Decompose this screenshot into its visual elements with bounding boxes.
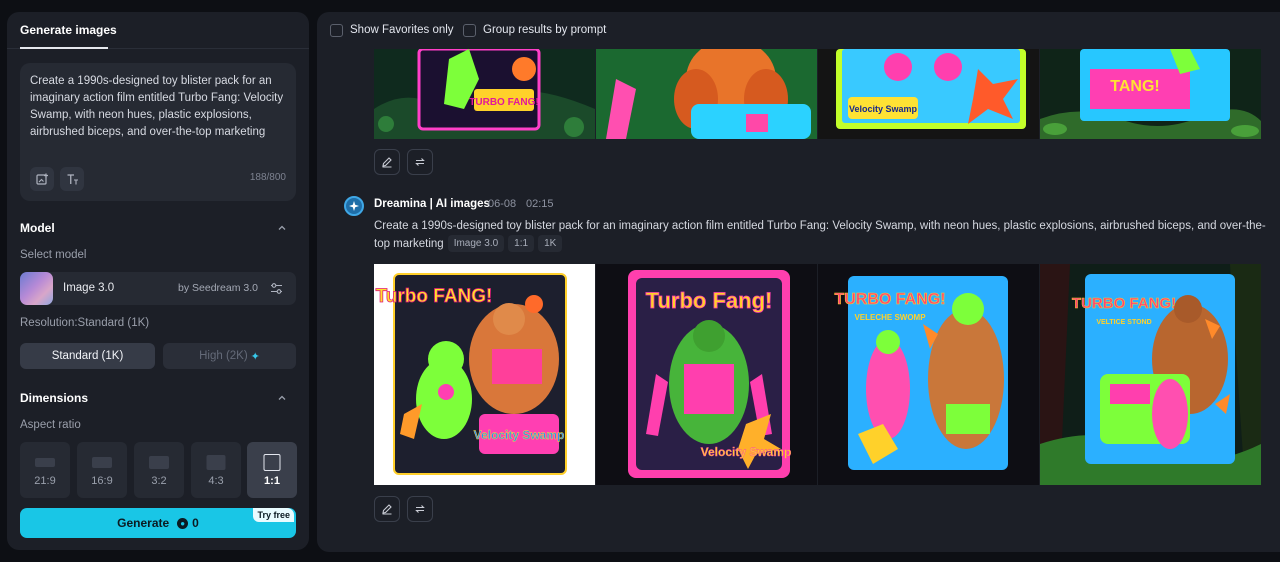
result-image-2[interactable]: Turbo Fang! Velocity Swamp xyxy=(596,264,817,485)
group-by-prompt-checkbox[interactable] xyxy=(463,24,476,37)
model-section-title: Model xyxy=(20,221,55,235)
ratio-21-9-label: 21:9 xyxy=(34,475,56,487)
chevron-up-icon[interactable] xyxy=(277,223,287,233)
tab-active-indicator xyxy=(20,47,108,49)
result-image-1-subtitle: Velocity Swamp xyxy=(474,428,565,442)
result-image-1[interactable]: Turbo FANG! Velocity Swamp xyxy=(374,264,595,485)
filter-bar: Show Favorites only Group results by pro… xyxy=(317,12,1280,49)
result-image-3-subtitle: VELECHE SWOMP xyxy=(854,313,926,322)
sidebar-tabs: Generate images xyxy=(7,12,309,49)
dimensions-section-title: Dimensions xyxy=(20,391,89,405)
previous-image-3[interactable]: Velocity Swamp xyxy=(818,49,1039,139)
model-name: Image 3.0 xyxy=(63,282,115,294)
ratio-1-1-label: 1:1 xyxy=(264,475,280,487)
try-free-badge: Try free xyxy=(253,508,294,522)
result-image-3[interactable]: TURBO FANG! VELECHE SWOMP xyxy=(818,264,1039,485)
ratio-16-9-button[interactable]: 16:9 xyxy=(77,442,127,498)
previous-image-4[interactable]: TANG! xyxy=(1040,49,1261,139)
regenerate-icon xyxy=(415,158,425,166)
result-time: 02:15 xyxy=(526,198,554,210)
previous-image-2[interactable] xyxy=(596,49,817,139)
star-logo-icon xyxy=(349,201,359,211)
results-panel: Show Favorites only Group results by pro… xyxy=(317,12,1280,552)
ratio-1-1-shape xyxy=(263,454,281,471)
prompt-box[interactable]: Create a 1990s-designed toy blister pack… xyxy=(20,63,296,201)
dreamina-avatar xyxy=(344,196,364,216)
prompt-char-count: 188/800 xyxy=(249,172,286,183)
generate-label: Generate xyxy=(117,516,170,530)
generate-button[interactable]: Generate ● 0 Try free xyxy=(20,508,296,538)
ratio-4-3-shape xyxy=(206,455,226,470)
result-image-4-subtitle: VELTICE STOND xyxy=(1096,319,1151,326)
group-by-prompt-label[interactable]: Group results by prompt xyxy=(483,24,606,36)
sparkle-icon: ✦ xyxy=(250,350,260,363)
pencil-icon xyxy=(382,504,392,515)
text-style-icon[interactable] xyxy=(60,167,84,191)
edit-prompt-button[interactable] xyxy=(374,496,400,522)
favorites-label[interactable]: Show Favorites only xyxy=(350,24,454,36)
previous-image-1-title: TURBO FANG! xyxy=(469,97,538,108)
ratio-21-9-button[interactable]: 21:9 xyxy=(20,442,70,498)
credit-icon: ● xyxy=(177,517,189,529)
model-thumbnail xyxy=(20,272,53,305)
sliders-icon[interactable] xyxy=(270,282,283,295)
prompt-textarea[interactable]: Create a 1990s-designed toy blister pack… xyxy=(30,73,286,141)
result-image-2-title: Turbo Fang! xyxy=(646,288,773,313)
ratio-3-2-shape xyxy=(149,456,169,469)
model-selector[interactable]: Image 3.0 by Seedream 3.0 xyxy=(20,272,296,305)
generation-sidebar: Generate images Create a 1990s-designed … xyxy=(7,12,309,550)
ratio-4-3-label: 4:3 xyxy=(208,475,224,487)
ratio-4-3-button[interactable]: 4:3 xyxy=(191,442,241,498)
previous-image-4-title: TANG! xyxy=(1110,78,1159,95)
result-image-grid: Turbo FANG! Velocity Swamp Turbo Fang! V… xyxy=(374,264,1277,485)
result-image-1-title: Turbo FANG! xyxy=(376,286,493,307)
result-date: 06-08 xyxy=(488,198,517,210)
aspect-ratio-label: Aspect ratio xyxy=(20,419,81,431)
tag-resolution: 1K xyxy=(538,235,563,252)
resolution-high-button[interactable]: High (2K) ✦ xyxy=(163,343,296,369)
tab-generate-images[interactable]: Generate images xyxy=(20,23,117,37)
previous-image-1[interactable]: TURBO FANG! xyxy=(374,49,595,139)
resolution-standard-label: Standard (1K) xyxy=(51,350,124,362)
result-image-4-title: TURBO FANG! xyxy=(1072,295,1176,312)
chevron-up-icon[interactable] xyxy=(277,393,287,403)
ratio-16-9-label: 16:9 xyxy=(91,475,113,487)
result-prompt: Create a 1990s-designed toy blister pack… xyxy=(374,217,1274,253)
regenerate-icon xyxy=(415,505,425,513)
image-add-icon[interactable] xyxy=(30,167,54,191)
result-author: Dreamina | AI images xyxy=(374,198,490,210)
ratio-16-9-shape xyxy=(92,457,112,468)
pencil-icon xyxy=(382,157,392,168)
favorites-checkbox[interactable] xyxy=(330,24,343,37)
ratio-21-9-shape xyxy=(35,458,55,467)
result-image-4[interactable]: TURBO FANG! VELTICE STOND xyxy=(1040,264,1261,485)
edit-prompt-button[interactable] xyxy=(374,149,400,175)
tag-model: Image 3.0 xyxy=(447,235,505,252)
resolution-standard-button[interactable]: Standard (1K) xyxy=(20,343,155,369)
generate-cost: 0 xyxy=(192,516,199,530)
ratio-3-2-label: 3:2 xyxy=(151,475,167,487)
model-provider: by Seedream 3.0 xyxy=(178,282,258,294)
ratio-3-2-button[interactable]: 3:2 xyxy=(134,442,184,498)
previous-image-row: TURBO FANG! Velocity Swamp TANG! xyxy=(374,49,1277,139)
result-image-2-subtitle: Velocity Swamp xyxy=(701,445,792,459)
tag-ratio: 1:1 xyxy=(508,235,535,252)
ratio-1-1-button[interactable]: 1:1 xyxy=(247,442,297,498)
regenerate-button[interactable] xyxy=(407,496,433,522)
previous-image-3-title: Velocity Swamp xyxy=(849,104,918,114)
regenerate-button[interactable] xyxy=(407,149,433,175)
result-image-3-title: TURBO FANG! xyxy=(834,291,945,308)
select-model-label: Select model xyxy=(20,249,87,261)
resolution-high-label: High (2K) xyxy=(199,350,248,362)
resolution-label: Resolution:Standard (1K) xyxy=(20,317,150,329)
